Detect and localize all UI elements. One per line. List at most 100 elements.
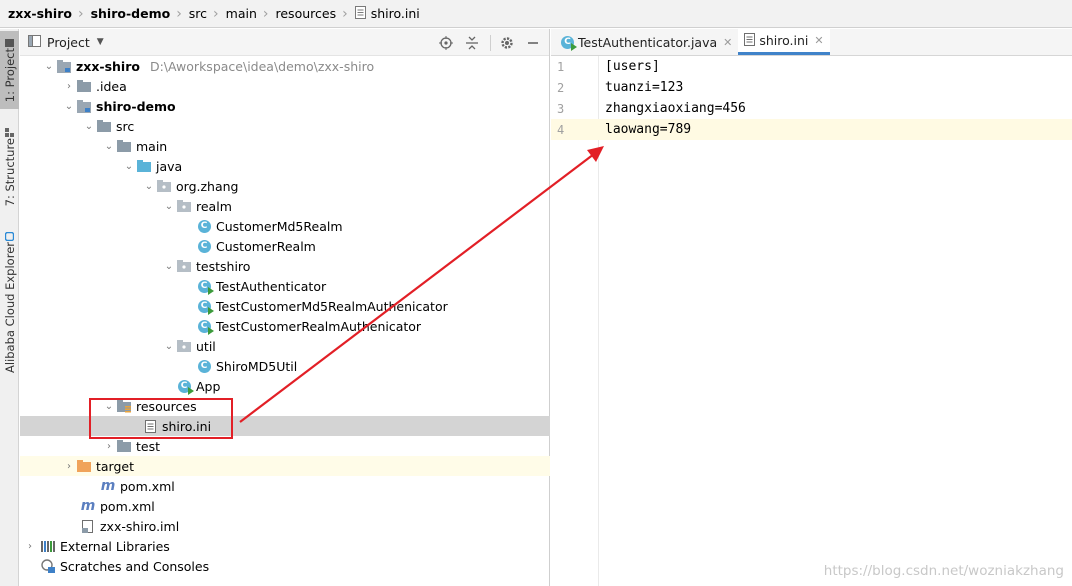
tree-item-test-customer-md5[interactable]: C TestCustomerMd5RealmAuthenicator xyxy=(20,296,550,316)
class-icon: C xyxy=(196,358,212,374)
tree-item-root[interactable]: ⌄ zxx-shiro D:\Aworkspace\idea\demo\zxx-… xyxy=(20,56,550,76)
folder-icon xyxy=(76,78,92,94)
chevron-right-icon: › xyxy=(77,5,84,22)
iml-file-icon xyxy=(80,518,96,534)
close-icon[interactable]: ✕ xyxy=(814,34,823,47)
chevron-down-icon[interactable]: ⌄ xyxy=(82,121,96,132)
code-text: tuanzi=123 xyxy=(605,80,684,95)
tree-item-util[interactable]: ⌄ util xyxy=(20,336,550,356)
tool-window-stripe: 1: Project 7: Structure Alibaba Cloud Ex… xyxy=(0,29,19,586)
breadcrumb-item-module[interactable]: shiro-demo xyxy=(89,0,173,28)
hide-icon[interactable] xyxy=(523,33,543,53)
chevron-down-icon[interactable]: ⌄ xyxy=(162,201,176,212)
breadcrumb: zxx-shiro › shiro-demo › src › main › re… xyxy=(0,0,1072,28)
tree-item-external-libraries[interactable]: › External Libraries xyxy=(20,536,550,556)
chevron-right-icon[interactable]: › xyxy=(62,461,76,472)
chevron-right-icon: › xyxy=(213,5,219,22)
chevron-down-icon[interactable]: ⌄ xyxy=(102,401,116,412)
tree-item-iml[interactable]: zxx-shiro.iml xyxy=(20,516,550,536)
tree-item-customer-realm[interactable]: C CustomerRealm xyxy=(20,236,550,256)
tree-item-pom-outer[interactable]: m pom.xml xyxy=(20,496,550,516)
class-icon: C xyxy=(196,238,212,254)
tree-item-label: test xyxy=(136,438,161,454)
chevron-down-icon[interactable]: ⌄ xyxy=(42,61,56,72)
breadcrumb-item-src[interactable]: src xyxy=(187,0,209,28)
folder-icon xyxy=(5,35,14,47)
close-icon[interactable]: ✕ xyxy=(723,36,732,49)
ini-file-icon xyxy=(142,418,158,434)
excluded-folder-icon xyxy=(76,458,92,474)
chevron-down-icon[interactable]: ⌄ xyxy=(62,101,76,112)
tree-item-test[interactable]: › test xyxy=(20,436,550,456)
tree-item-label: testshiro xyxy=(196,258,251,274)
code-line: 3 zhangxiaoxiang=456 xyxy=(551,98,1072,119)
tree-item-label: target xyxy=(96,458,135,474)
tree-item-idea[interactable]: › .idea xyxy=(20,76,550,96)
project-view-selector[interactable]: Project xyxy=(47,35,90,50)
breadcrumb-item-main[interactable]: main xyxy=(224,0,259,28)
structure-tool-button[interactable]: 7: Structure xyxy=(0,121,19,206)
chevron-down-icon[interactable]: ⌄ xyxy=(142,181,156,192)
chevron-right-icon[interactable]: › xyxy=(20,541,40,552)
tree-item-realm[interactable]: ⌄ realm xyxy=(20,196,550,216)
maven-icon: m xyxy=(100,478,116,494)
project-view-icon xyxy=(28,34,41,50)
tree-item-label: CustomerMd5Realm xyxy=(216,218,343,234)
structure-icon xyxy=(5,125,14,137)
chevron-down-icon[interactable]: ⌄ xyxy=(162,341,176,352)
tree-item-target[interactable]: › target xyxy=(20,456,550,476)
tab-shiro-ini[interactable]: shiro.ini ✕ xyxy=(738,29,830,55)
tree-item-java[interactable]: ⌄ java xyxy=(20,156,550,176)
tree-item-label: pom.xml xyxy=(100,498,155,514)
chevron-right-icon: › xyxy=(342,5,348,22)
toolbar-divider xyxy=(490,35,491,51)
scratches-icon xyxy=(40,558,56,574)
tree-item-app[interactable]: C App xyxy=(20,376,550,396)
folder-icon xyxy=(116,438,132,454)
editor-tabs: C TestAuthenticator.java ✕ shiro.ini ✕ xyxy=(551,29,1072,56)
tree-item-src[interactable]: ⌄ src xyxy=(20,116,550,136)
tree-item-label: java xyxy=(156,158,183,174)
package-icon xyxy=(176,258,192,274)
tree-item-test-authenticator[interactable]: C TestAuthenticator xyxy=(20,276,550,296)
tree-item-label: pom.xml xyxy=(120,478,175,494)
code-area[interactable]: 1 [users] 2 tuanzi=123 3 zhangxiaoxiang=… xyxy=(551,56,1072,140)
locate-icon[interactable] xyxy=(436,33,456,53)
tree-item-scratches[interactable]: Scratches and Consoles xyxy=(20,556,550,576)
tree-item-label: External Libraries xyxy=(60,538,170,554)
tree-item-shiro-demo[interactable]: ⌄ shiro-demo xyxy=(20,96,550,116)
project-tool-button[interactable]: 1: Project xyxy=(0,31,19,109)
package-icon xyxy=(176,198,192,214)
code-line: 2 tuanzi=123 xyxy=(551,77,1072,98)
breadcrumb-label: shiro-demo xyxy=(90,6,171,21)
alibaba-cloud-tool-button[interactable]: Alibaba Cloud Explorer xyxy=(0,225,19,373)
chevron-down-icon[interactable]: ⌄ xyxy=(102,141,116,152)
tree-item-label: resources xyxy=(136,398,197,414)
folder-icon xyxy=(116,138,132,154)
class-icon: C xyxy=(196,218,212,234)
breadcrumb-item-file[interactable]: shiro.ini xyxy=(353,0,422,28)
collapse-icon[interactable] xyxy=(462,33,482,53)
tree-item-testshiro[interactable]: ⌄ testshiro xyxy=(20,256,550,276)
tab-label: shiro.ini xyxy=(759,33,809,48)
tree-item-pom-inner[interactable]: m pom.xml xyxy=(20,476,550,496)
breadcrumb-item-project[interactable]: zxx-shiro xyxy=(6,0,74,28)
gear-icon[interactable] xyxy=(497,33,517,53)
tree-item-customer-md5-realm[interactable]: C CustomerMd5Realm xyxy=(20,216,550,236)
breadcrumb-item-resources[interactable]: resources xyxy=(274,0,339,28)
alibaba-cloud-icon xyxy=(4,229,15,242)
chevron-right-icon[interactable]: › xyxy=(62,81,76,92)
chevron-down-icon[interactable]: ▼ xyxy=(97,37,104,47)
chevron-down-icon[interactable]: ⌄ xyxy=(122,161,136,172)
tree-item-shiro-md5-util[interactable]: C ShiroMD5Util xyxy=(20,356,550,376)
tree-item-org-zhang[interactable]: ⌄ org.zhang xyxy=(20,176,550,196)
tree-item-main[interactable]: ⌄ main xyxy=(20,136,550,156)
tree-item-resources[interactable]: ⌄ resources xyxy=(20,396,550,416)
breadcrumb-label: src xyxy=(188,6,208,21)
tab-test-authenticator[interactable]: C TestAuthenticator.java ✕ xyxy=(555,29,738,55)
tree-item-shiro-ini[interactable]: shiro.ini xyxy=(20,416,550,436)
watermark-text: https://blog.csdn.net/wozniakzhang xyxy=(823,563,1064,579)
chevron-right-icon[interactable]: › xyxy=(102,441,116,452)
tree-item-test-customer-realm[interactable]: C TestCustomerRealmAuthenicator xyxy=(20,316,550,336)
chevron-down-icon[interactable]: ⌄ xyxy=(162,261,176,272)
